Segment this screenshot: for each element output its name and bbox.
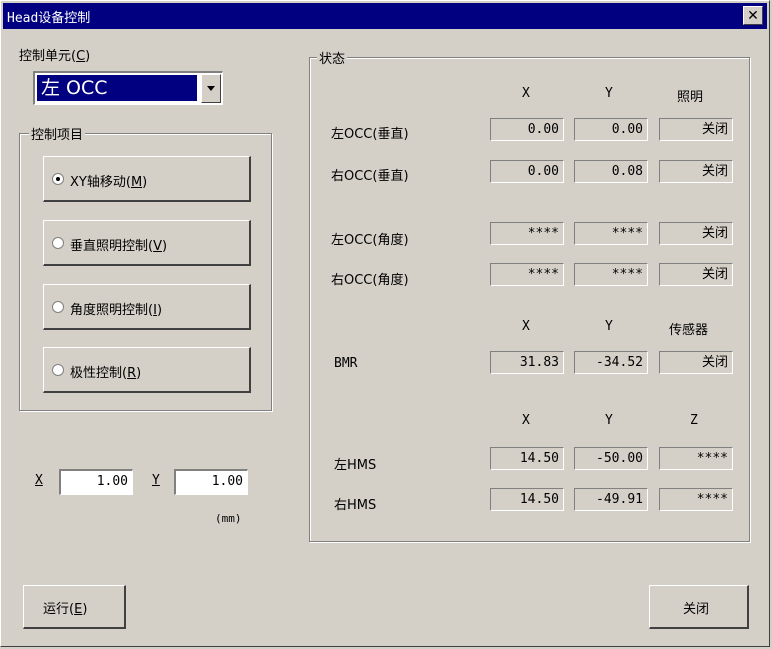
row-label: 左OCC(垂直) (331, 127, 409, 142)
col-header-x: X (522, 86, 530, 101)
option-angle-light[interactable]: 角度照明控制(I) (43, 284, 251, 330)
option-polarity[interactable]: 极性控制(R) (43, 347, 251, 393)
chevron-down-icon[interactable] (201, 74, 221, 103)
value-x: **** (490, 263, 564, 286)
status-light: 关闭 (659, 160, 733, 183)
value-y: **** (574, 222, 648, 245)
col-header-x: X (522, 413, 530, 428)
status-title: 状态 (317, 48, 348, 67)
title-bar[interactable]: Head设备控制 ✕ (3, 3, 767, 29)
close-button[interactable]: 关闭 (649, 585, 749, 629)
option-xy-move[interactable]: XY轴移动(M) (43, 156, 251, 202)
col-header-x: X (522, 319, 530, 334)
y-step-label: Y (152, 473, 160, 488)
col-header-light: 照明 (677, 90, 704, 105)
col-header-y: Y (605, 86, 613, 101)
hms-value-x: 14.50 (490, 447, 564, 470)
unit-label: (mm) (215, 512, 242, 525)
col-header-z: Z (690, 413, 698, 428)
x-step-label: X (35, 473, 43, 488)
status-light: 关闭 (659, 263, 733, 286)
status-light: 关闭 (659, 118, 733, 141)
value-y: 0.08 (574, 160, 648, 183)
row-label: 左HMS (334, 458, 377, 473)
row-label: 左OCC(角度) (331, 233, 409, 248)
value-x: 0.00 (490, 118, 564, 141)
run-button[interactable]: 运行(E) (23, 585, 126, 629)
radio-unchecked-icon (52, 364, 64, 376)
value-y: **** (574, 263, 648, 286)
row-label: 右HMS (334, 498, 377, 513)
control-items-title: 控制项目 (29, 124, 86, 143)
col-header-y: Y (605, 413, 613, 428)
y-step-input[interactable]: 1.00 (174, 469, 248, 495)
bmr-value-y: -34.52 (574, 351, 648, 374)
col-header-sensor: 传感器 (669, 323, 709, 338)
hms-value-z: **** (659, 447, 733, 470)
hms-value-y: -49.91 (574, 488, 648, 511)
value-x: **** (490, 222, 564, 245)
col-header-y: Y (605, 319, 613, 334)
window-title: Head设备控制 (7, 11, 91, 26)
bmr-value-x: 31.83 (490, 351, 564, 374)
dialog-window: Head设备控制 ✕ 控制单元(C) 左 OCC 控制项目 XY轴移动(M) 垂… (0, 0, 770, 647)
hms-value-y: -50.00 (574, 447, 648, 470)
bmr-sensor-status: 关闭 (659, 351, 733, 374)
radio-unchecked-icon (52, 237, 64, 249)
x-step-input[interactable]: 1.00 (59, 469, 133, 495)
close-icon[interactable]: ✕ (743, 6, 763, 25)
value-x: 0.00 (490, 160, 564, 183)
option-vertical-light[interactable]: 垂直照明控制(V) (43, 220, 251, 266)
bmr-label: BMR (334, 356, 358, 371)
control-unit-select[interactable]: 左 OCC (33, 71, 223, 105)
value-y: 0.00 (574, 118, 648, 141)
hms-value-z: **** (659, 488, 733, 511)
row-label: 右OCC(角度) (331, 273, 409, 288)
control-unit-selected-value: 左 OCC (37, 75, 197, 101)
row-label: 右OCC(垂直) (331, 169, 409, 184)
control-unit-label: 控制单元(C) (19, 49, 91, 64)
status-light: 关闭 (659, 222, 733, 245)
radio-unchecked-icon (52, 301, 64, 313)
hms-value-x: 14.50 (490, 488, 564, 511)
radio-checked-icon (52, 173, 64, 185)
